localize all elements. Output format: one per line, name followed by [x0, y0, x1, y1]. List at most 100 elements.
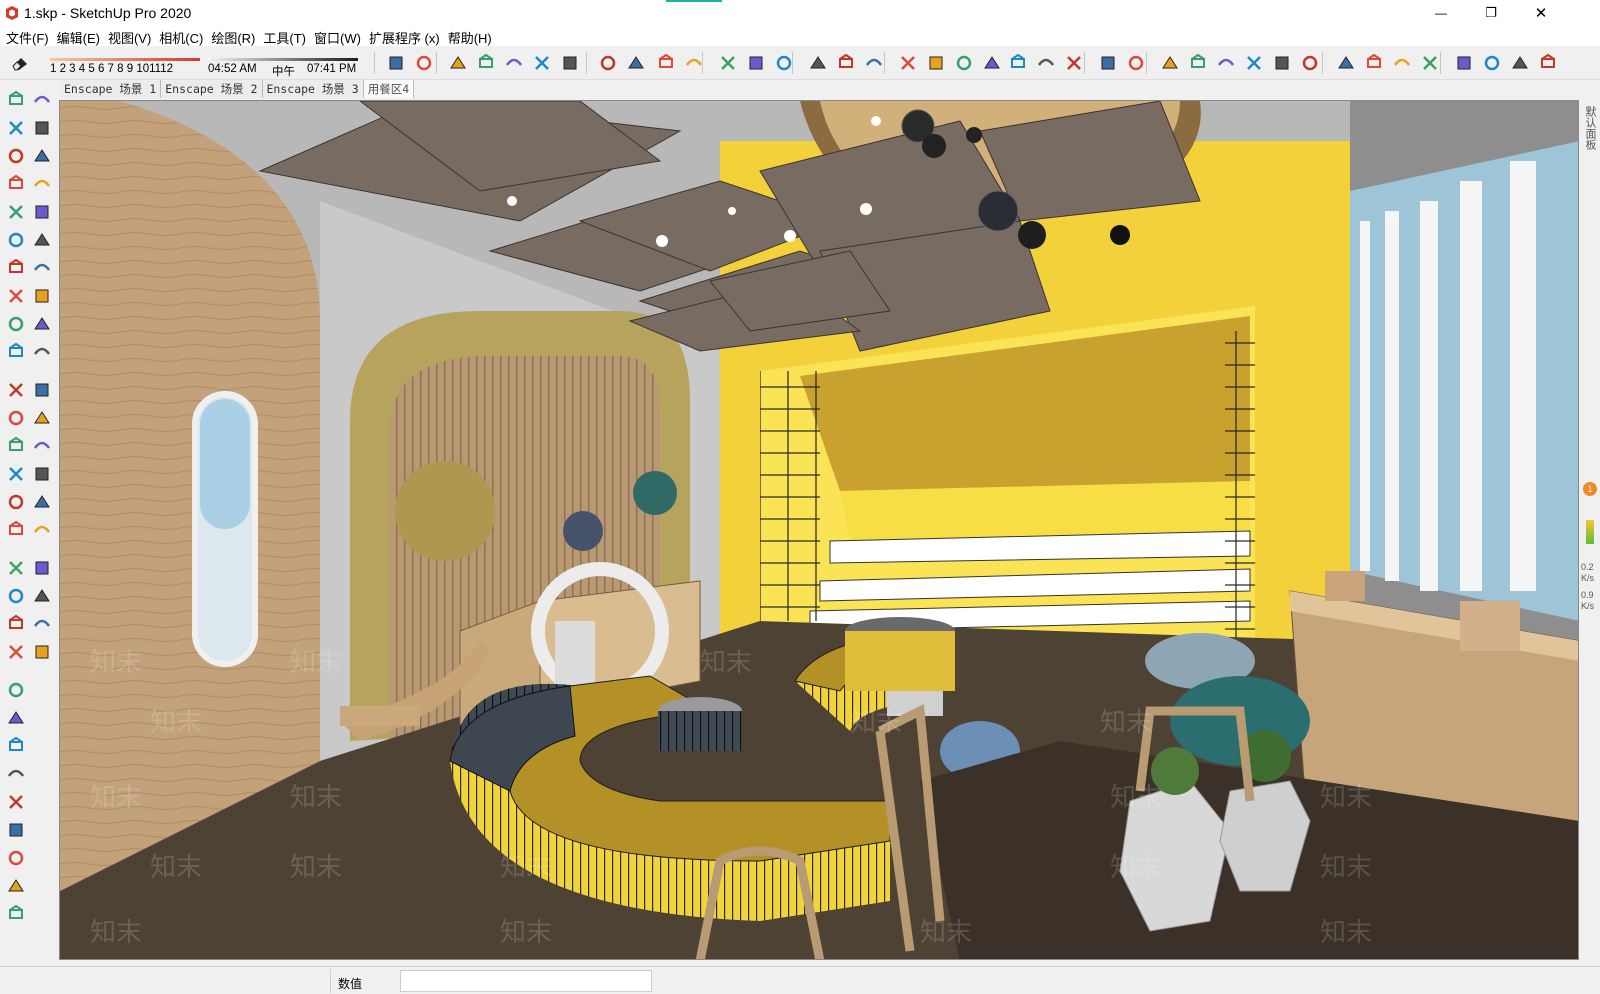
zoom-extents-tool[interactable] — [4, 518, 28, 542]
model-viewport[interactable]: 知末 知末 知末 知末 知末 知末 知末 知末 知末 知末 知末 知末 知末 知… — [59, 100, 1579, 960]
enscape-tool[interactable] — [4, 678, 28, 702]
dimension-button[interactable] — [862, 51, 886, 75]
extension-warehouse-button[interactable] — [1418, 51, 1442, 75]
smoove-button[interactable] — [952, 51, 976, 75]
move-tool[interactable] — [4, 284, 28, 308]
select-tool[interactable] — [4, 88, 28, 112]
section-fill-button[interactable] — [1158, 51, 1182, 75]
sync-tool[interactable] — [4, 706, 28, 730]
scene-render[interactable]: 知末 知末 知末 知末 知末 知末 知末 知末 知末 知末 知末 知末 知末 知… — [60, 101, 1579, 960]
rotated-rectangle-tool[interactable] — [30, 172, 54, 196]
line-tool[interactable] — [4, 144, 28, 168]
pencil-button[interactable] — [834, 51, 858, 75]
settings-tool[interactable] — [4, 874, 28, 898]
rotate-tool[interactable] — [4, 312, 28, 336]
follow-me-tool[interactable] — [30, 312, 54, 336]
measurements-input[interactable] — [400, 970, 652, 992]
scissors-button[interactable] — [1062, 51, 1086, 75]
scene-tab-2[interactable]: Enscape 场景 2 — [161, 80, 263, 98]
previous-view-tool[interactable] — [30, 518, 54, 542]
home-button[interactable] — [1242, 51, 1266, 75]
enscape-sync-button[interactable] — [1508, 51, 1532, 75]
menu-file[interactable]: 文件(F) — [4, 26, 55, 46]
enscape-start-button[interactable] — [1480, 51, 1504, 75]
position-camera-tool[interactable] — [4, 556, 28, 580]
menu-camera[interactable]: 相机(C) — [157, 26, 209, 46]
rectangle-button[interactable] — [502, 51, 526, 75]
menu-edit[interactable]: 编辑(E) — [55, 26, 106, 46]
menu-window[interactable]: 窗口(W) — [312, 26, 367, 46]
two-point-arc-tool[interactable] — [30, 228, 54, 252]
rectangle-tool[interactable] — [4, 172, 28, 196]
walk-tool[interactable] — [4, 584, 28, 608]
extension-manager-tool[interactable] — [30, 612, 54, 636]
three-point-arc-tool[interactable] — [4, 256, 28, 280]
drape-button[interactable] — [980, 51, 1004, 75]
freehand-tool[interactable] — [30, 144, 54, 168]
refresh-button[interactable] — [806, 51, 830, 75]
top-view-button[interactable] — [1298, 51, 1322, 75]
axes-tool[interactable] — [4, 434, 28, 458]
offset-tool[interactable] — [30, 340, 54, 364]
layout-button[interactable] — [1452, 51, 1476, 75]
scale-tool[interactable] — [4, 340, 28, 364]
3d-text-tool[interactable] — [30, 434, 54, 458]
zoom-extents-button[interactable] — [744, 51, 768, 75]
scene-tab-4[interactable]: 用餐区4 — [363, 80, 415, 98]
push-pull-tool[interactable] — [30, 284, 54, 308]
mail-tool[interactable] — [4, 902, 28, 926]
restore-button[interactable]: ❐ — [1468, 0, 1514, 26]
x-ray-button[interactable] — [530, 51, 554, 75]
back-view-button[interactable] — [1334, 51, 1358, 75]
default-tray[interactable]: 默认面板 1 0.2 K/s 0.9 K/s — [1580, 100, 1600, 960]
scene-tab-3[interactable]: Enscape 场景 3 — [262, 80, 364, 98]
warehouse-tool[interactable] — [4, 612, 28, 636]
menu-draw[interactable]: 绘图(R) — [209, 26, 261, 46]
section-plane-button[interactable] — [1124, 51, 1148, 75]
scene-tab-1[interactable]: Enscape 场景 1 — [60, 80, 162, 98]
pan-tool[interactable] — [30, 462, 54, 486]
eraser-button[interactable] — [8, 51, 32, 75]
notification-badge[interactable]: 1 — [1583, 482, 1597, 496]
shaded-button[interactable] — [558, 51, 582, 75]
front-view-button[interactable] — [1214, 51, 1238, 75]
right-view-button[interactable] — [1270, 51, 1294, 75]
axes-button[interactable] — [1362, 51, 1386, 75]
stamp-button[interactable] — [924, 51, 948, 75]
make-component-tool[interactable] — [30, 88, 54, 112]
sandbox-button[interactable] — [896, 51, 920, 75]
enscape-settings-button[interactable] — [1536, 51, 1560, 75]
box-button[interactable] — [474, 51, 498, 75]
minimize-button[interactable]: — — [1418, 0, 1464, 26]
zoom-window-tool[interactable] — [30, 490, 54, 514]
protractor-tool[interactable] — [4, 406, 28, 430]
push-pull-button[interactable] — [412, 51, 436, 75]
section-plane-tool[interactable] — [30, 584, 54, 608]
textured-button[interactable] — [596, 51, 620, 75]
orbit-tool[interactable] — [4, 462, 28, 486]
tray-title[interactable]: 默认面板 — [1582, 106, 1598, 150]
ruby-tool[interactable] — [4, 640, 28, 664]
menu-view[interactable]: 视图(V) — [106, 26, 157, 46]
menu-tools[interactable]: 工具(T) — [261, 26, 312, 46]
menu-extensions[interactable]: 扩展程序 (x) — [367, 26, 446, 46]
solid-tools-tool[interactable] — [30, 640, 54, 664]
tree-tool[interactable] — [4, 790, 28, 814]
zoom-tool[interactable] — [4, 490, 28, 514]
arc-tool[interactable] — [4, 228, 28, 252]
look-around-tool[interactable] — [30, 556, 54, 580]
add-tool[interactable] — [4, 762, 28, 786]
sweep-button[interactable] — [1096, 51, 1120, 75]
flip-edge-button[interactable] — [1034, 51, 1058, 75]
video-tool[interactable] — [4, 734, 28, 758]
shadow-settings-widget[interactable]: 1 2 3 4 5 6 7 8 9 101112 04:52 AM 中午 07:… — [44, 50, 374, 78]
polygon-tool[interactable] — [30, 200, 54, 224]
pattern-tool[interactable] — [4, 818, 28, 842]
warehouse-button[interactable] — [1390, 51, 1414, 75]
month-slider[interactable] — [50, 58, 200, 61]
iso-view-button[interactable] — [1186, 51, 1210, 75]
eraser-button[interactable] — [384, 51, 408, 75]
circle-tool[interactable] — [4, 200, 28, 224]
solid-union-button[interactable] — [624, 51, 648, 75]
menu-help[interactable]: 帮助(H) — [446, 26, 498, 46]
